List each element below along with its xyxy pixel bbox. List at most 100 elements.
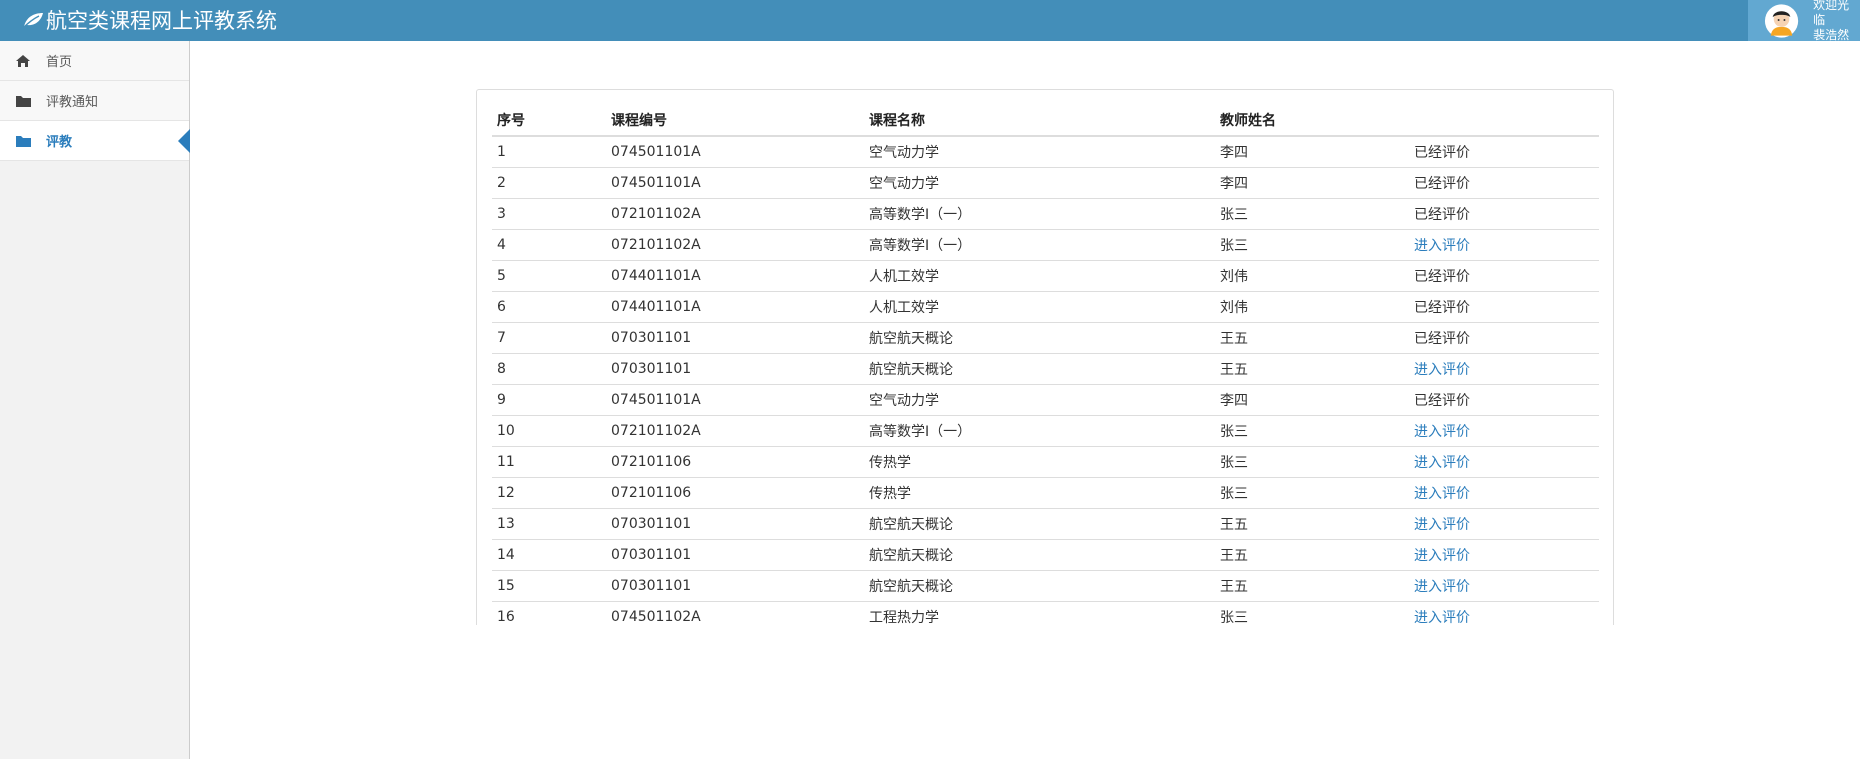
course-code: 074401101A <box>611 267 701 284</box>
brand[interactable]: 航空类课程网上评教系统 <box>22 4 277 36</box>
table-row: 9 074501101A 空气动力学 李四 已经评价 <box>492 384 1599 416</box>
teacher-name: 张三 <box>1220 237 1248 254</box>
course-name: 空气动力学 <box>869 175 939 192</box>
table-row: 14 070301101 航空航天概论 王五 进入评价 <box>492 539 1599 571</box>
evaluated-status: 已经评价 <box>1414 175 1470 192</box>
row-number: 16 <box>497 608 515 625</box>
teacher-name: 张三 <box>1220 423 1248 440</box>
column-header-no: 序号 <box>492 106 606 137</box>
row-number: 14 <box>497 546 515 563</box>
course-code: 070301101 <box>611 329 692 346</box>
course-code: 070301101 <box>611 515 692 532</box>
course-name: 空气动力学 <box>869 392 939 409</box>
row-number: 12 <box>497 484 515 501</box>
row-number: 7 <box>497 329 506 346</box>
teacher-name: 王五 <box>1220 361 1248 378</box>
table-row: 16 074501102A 工程热力学 张三 进入评价 <box>492 601 1599 625</box>
teacher-name: 李四 <box>1220 144 1248 161</box>
teacher-name: 张三 <box>1220 609 1248 626</box>
teacher-name: 王五 <box>1220 578 1248 595</box>
table-row: 1 074501101A 空气动力学 李四 已经评价 <box>492 136 1599 168</box>
evaluate-link[interactable]: 进入评价 <box>1414 548 1470 564</box>
course-code: 074401101A <box>611 298 701 315</box>
welcome-text: 欢迎光临 <box>1813 0 1850 27</box>
user-menu[interactable]: 欢迎光临 裴浩然 <box>1748 0 1860 42</box>
evaluate-link[interactable]: 进入评价 <box>1414 610 1470 626</box>
evaluate-link[interactable]: 进入评价 <box>1414 455 1470 471</box>
course-code: 072101102A <box>611 236 701 253</box>
teacher-name: 李四 <box>1220 392 1248 409</box>
evaluate-link[interactable]: 进入评价 <box>1414 424 1470 440</box>
evaluate-link[interactable]: 进入评价 <box>1414 579 1470 595</box>
row-number: 5 <box>497 267 506 284</box>
course-name: 空气动力学 <box>869 144 939 161</box>
course-name: 航空航天概论 <box>869 547 953 564</box>
teacher-name: 刘伟 <box>1220 299 1248 316</box>
user-name: 裴浩然 <box>1813 28 1850 42</box>
row-number: 9 <box>497 391 506 408</box>
table-row: 4 072101102A 高等数学Ⅰ（一） 张三 进入评价 <box>492 229 1599 261</box>
course-name: 人机工效学 <box>869 299 939 316</box>
table-row: 3 072101102A 高等数学Ⅰ（一） 张三 已经评价 <box>492 198 1599 230</box>
row-number: 13 <box>497 515 515 532</box>
teacher-name: 王五 <box>1220 516 1248 533</box>
evaluate-link[interactable]: 进入评价 <box>1414 238 1470 254</box>
course-code: 074501101A <box>611 143 701 160</box>
course-code: 072101106 <box>611 453 692 470</box>
course-code: 070301101 <box>611 360 692 377</box>
sidebar-item-evaluate[interactable]: 评教 <box>0 121 190 161</box>
teacher-name: 张三 <box>1220 206 1248 223</box>
row-number: 6 <box>497 298 506 315</box>
course-name: 航空航天概论 <box>869 330 953 347</box>
course-name: 高等数学Ⅰ（一） <box>869 206 972 223</box>
row-number: 11 <box>497 453 515 470</box>
teacher-name: 刘伟 <box>1220 268 1248 285</box>
sidebar-item-label: 评教 <box>46 135 73 150</box>
table-row: 13 070301101 航空航天概论 王五 进入评价 <box>492 508 1599 540</box>
column-header-teacher: 教师姓名 <box>1215 106 1409 137</box>
table-body: 1 074501101A 空气动力学 李四 已经评价 2 074501101A 空气动力学 李四… <box>492 136 1599 625</box>
row-number: 15 <box>497 577 515 594</box>
course-name: 工程热力学 <box>869 609 939 626</box>
folder-icon <box>14 133 32 149</box>
sidebar: 首页 评教通知 评教 <box>0 41 190 759</box>
row-number: 8 <box>497 360 506 377</box>
sidebar-item-home[interactable]: 首页 <box>0 41 189 81</box>
course-code: 074501102A <box>611 608 701 625</box>
sidebar-item-notice[interactable]: 评教通知 <box>0 81 189 121</box>
evaluate-link[interactable]: 进入评价 <box>1414 517 1470 533</box>
course-code: 072101106 <box>611 484 692 501</box>
table-row: 11 072101106 传热学 张三 进入评价 <box>492 446 1599 478</box>
home-icon <box>14 53 32 69</box>
table-row: 5 074401101A 人机工效学 刘伟 已经评价 <box>492 260 1599 292</box>
course-code: 070301101 <box>611 546 692 563</box>
evaluate-link[interactable]: 进入评价 <box>1414 486 1470 502</box>
row-number: 10 <box>497 422 515 439</box>
table-row: 2 074501101A 空气动力学 李四 已经评价 <box>492 167 1599 199</box>
course-name: 航空航天概论 <box>869 516 953 533</box>
leaf-icon <box>22 13 43 29</box>
table-row: 15 070301101 航空航天概论 王五 进入评价 <box>492 570 1599 602</box>
course-name: 传热学 <box>869 485 911 502</box>
top-navbar: 航空类课程网上评教系统 欢迎光临 裴浩然 <box>0 0 1860 42</box>
column-header-name: 课程名称 <box>864 106 1215 137</box>
avatar <box>1764 3 1799 38</box>
folder-icon <box>14 93 32 109</box>
evaluated-status: 已经评价 <box>1414 144 1470 161</box>
table-row: 8 070301101 航空航天概论 王五 进入评价 <box>492 353 1599 385</box>
teacher-name: 张三 <box>1220 485 1248 502</box>
table-row: 10 072101102A 高等数学Ⅰ（一） 张三 进入评价 <box>492 415 1599 447</box>
row-number: 1 <box>497 143 506 160</box>
course-code: 074501101A <box>611 391 701 408</box>
evaluated-status: 已经评价 <box>1414 206 1470 223</box>
row-number: 4 <box>497 236 506 253</box>
teacher-name: 王五 <box>1220 330 1248 347</box>
evaluate-link[interactable]: 进入评价 <box>1414 362 1470 378</box>
course-table: 序号 课程编号 课程名称 教师姓名 1 074501101A 空气动力学 李四 已经评价… <box>492 106 1599 625</box>
row-number: 3 <box>497 205 506 222</box>
course-name: 人机工效学 <box>869 268 939 285</box>
evaluated-status: 已经评价 <box>1414 392 1470 409</box>
app-title: 航空类课程网上评教系统 <box>46 9 277 33</box>
course-name: 高等数学Ⅰ（一） <box>869 237 972 254</box>
teacher-name: 李四 <box>1220 175 1248 192</box>
